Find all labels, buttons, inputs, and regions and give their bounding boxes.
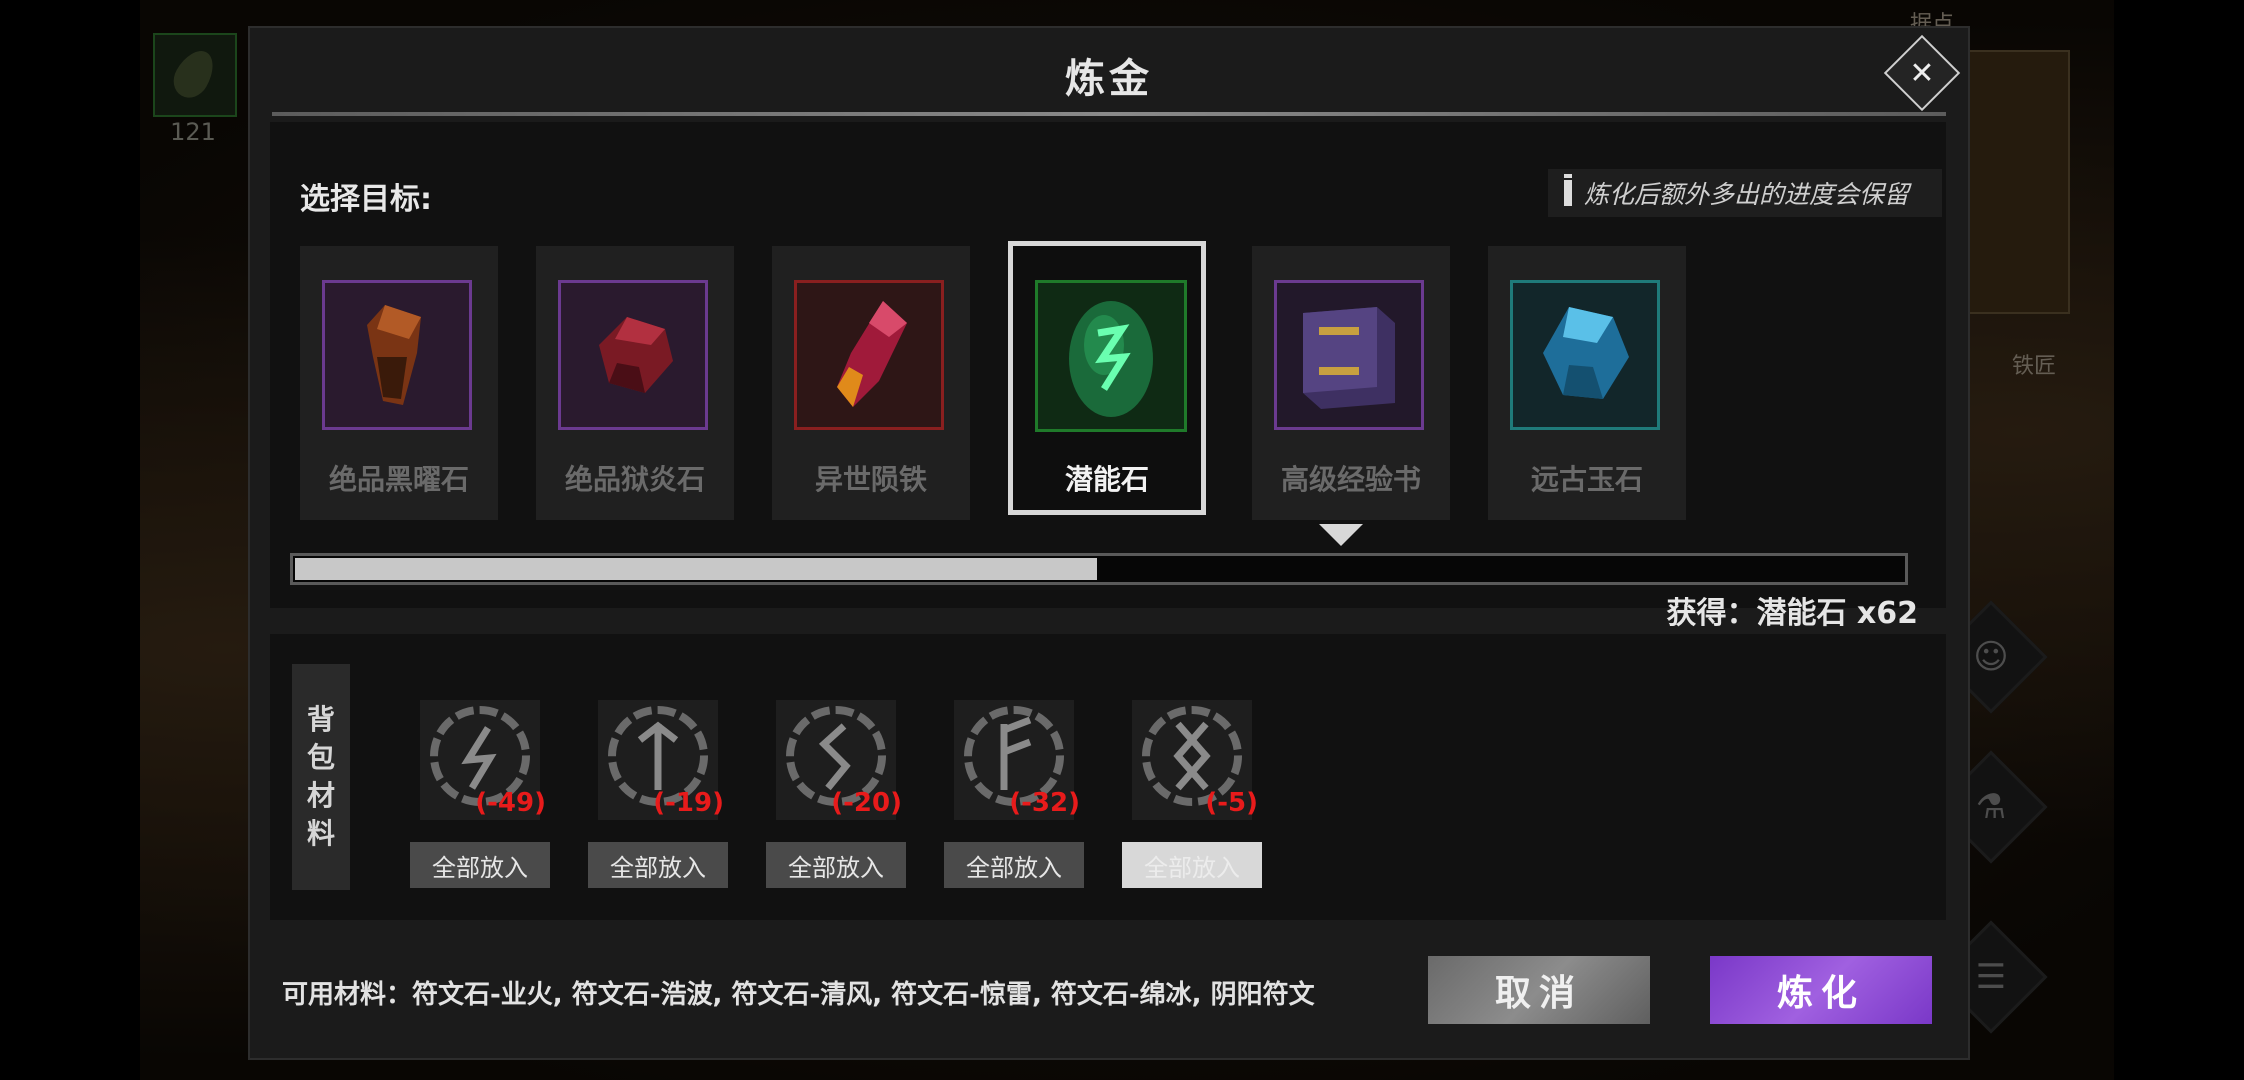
close-icon: ✕ (1909, 55, 1935, 91)
exp-book-icon (1303, 307, 1395, 409)
target-name: 远古玉石 (1530, 463, 1643, 496)
target-name: 绝品狱炎石 (564, 463, 705, 496)
meteor-iron-icon (837, 301, 907, 407)
tab-char: 料 (306, 817, 335, 850)
title-bar: 炼金 ✕ (250, 28, 1968, 116)
put-all-button[interactable]: 全部放入 (588, 842, 728, 888)
cancel-button[interactable]: 取消 (1428, 956, 1650, 1024)
target-name: 潜能石 (1064, 463, 1149, 496)
hint-box: 炼化后额外多出的进度会保留 (1548, 169, 1942, 217)
hint-text: 炼化后额外多出的进度会保留 (1584, 180, 1910, 209)
tab-char: 包 (306, 741, 335, 774)
put-all-button[interactable]: 全部放入 (766, 842, 906, 888)
item-frame (1510, 280, 1660, 430)
item-frame (322, 280, 472, 430)
target-name: 异世陨铁 (814, 463, 927, 496)
material-delta: (-19) (653, 788, 724, 818)
tab-char: 材 (306, 779, 335, 812)
materials-panel: 背 包 材 料 (-49) 全部放入 (-19) 全部放入 (-20) 全部放入… (270, 634, 1946, 920)
target-card-meteor-iron[interactable]: 异世陨铁 (772, 246, 970, 520)
put-all-button[interactable]: 全部放入 (410, 842, 550, 888)
target-card-exp-book[interactable]: 高级经验书 (1252, 246, 1450, 520)
target-card-potential-stone[interactable]: 潜能石 (1008, 241, 1206, 515)
target-name: 绝品黑曜石 (328, 463, 469, 496)
material-delta: (-5) (1205, 788, 1258, 818)
refine-progress-bar (290, 553, 1908, 585)
target-card-obsidian[interactable]: 绝品黑曜石 (300, 246, 498, 520)
item-frame (1035, 280, 1187, 432)
material-delta: (-49) (475, 788, 546, 818)
alchemy-dialog: 炼金 ✕ 选择目标: 炼化后额外多出的进度会保留 绝品黑曜石 绝品狱炎石 异世陨… (248, 26, 1970, 1060)
selection-pointer (1319, 524, 1363, 546)
potential-stone-icon (1069, 301, 1153, 417)
select-target-label: 选择目标: (300, 182, 432, 217)
obsidian-icon (367, 305, 421, 405)
progress-fill (295, 558, 1097, 580)
info-icon (1564, 174, 1572, 206)
hellfire-stone-icon (599, 317, 673, 393)
item-frame (1274, 280, 1424, 430)
obtain-text: 获得：潜能石 x62 (1666, 596, 1918, 631)
item-frame (558, 280, 708, 430)
material-delta: (-20) (831, 788, 902, 818)
refine-button[interactable]: 炼化 (1710, 956, 1932, 1024)
put-all-button-disabled[interactable]: 全部放入 (1122, 842, 1262, 888)
target-name: 高级经验书 (1280, 463, 1421, 496)
item-frame (794, 280, 944, 430)
dialog-title: 炼金 (1065, 56, 1153, 102)
backpack-materials-tab[interactable]: 背 包 材 料 (292, 664, 350, 890)
tab-char: 背 (306, 703, 335, 736)
target-card-hellfire-stone[interactable]: 绝品狱炎石 (536, 246, 734, 520)
title-divider (272, 112, 1946, 116)
ancient-jade-icon (1543, 307, 1629, 399)
target-panel: 选择目标: 炼化后额外多出的进度会保留 绝品黑曜石 绝品狱炎石 异世陨铁 潜能石… (270, 122, 1946, 631)
put-all-button[interactable]: 全部放入 (944, 842, 1084, 888)
material-delta: (-32) (1009, 788, 1080, 818)
available-materials-text: 可用材料：符文石-业火, 符文石-浩波, 符文石-清风, 符文石-惊雷, 符文石… (282, 980, 1315, 1010)
target-card-ancient-jade[interactable]: 远古玉石 (1488, 246, 1686, 520)
